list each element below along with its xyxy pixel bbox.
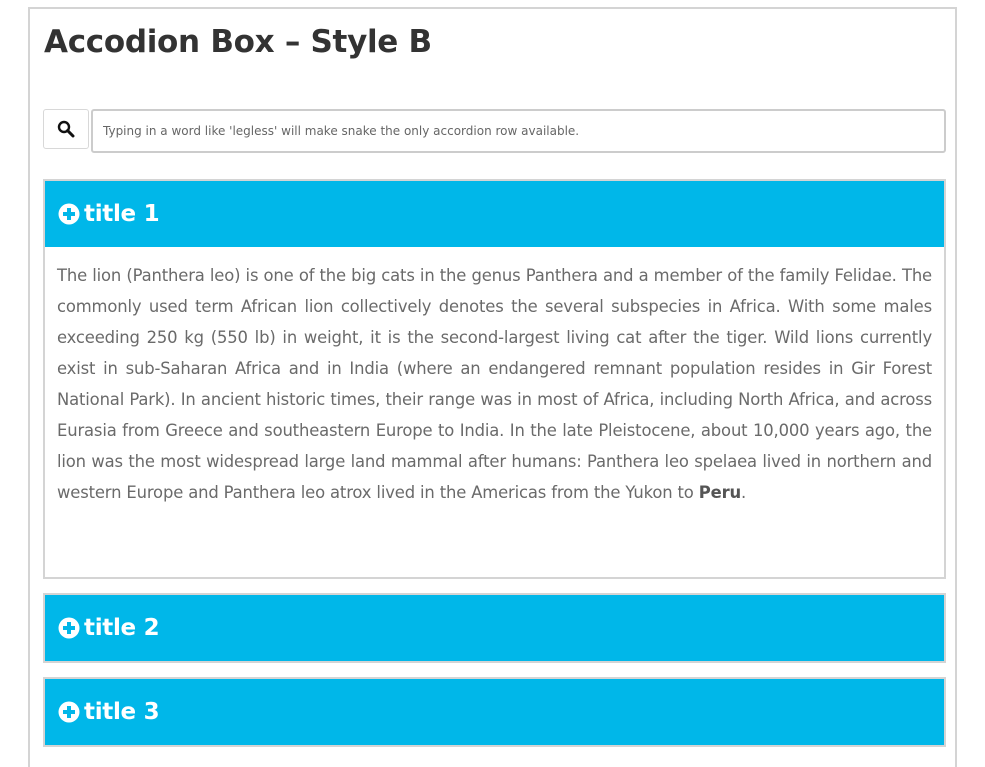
accordion-item: title 3 — [43, 677, 946, 747]
accordion-title: title 1 — [84, 201, 160, 227]
page-title: Accodion Box – Style B — [44, 24, 432, 60]
accordion-header-title-3[interactable]: title 3 — [45, 679, 944, 745]
search-button[interactable] — [43, 109, 89, 149]
accordion-body: The lion (Panthera leo) is one of the bi… — [45, 247, 944, 508]
plus-circle-icon — [58, 203, 80, 225]
accordion-body-text: The lion (Panthera leo) is one of the bi… — [57, 266, 932, 502]
plus-circle-icon — [58, 617, 80, 639]
accordion-header-title-1[interactable]: title 1 — [45, 181, 944, 247]
accordion-title: title 3 — [84, 699, 160, 725]
accordion-header-title-2[interactable]: title 2 — [45, 595, 944, 661]
accordion-item: title 2 — [43, 593, 946, 663]
accordion-title: title 2 — [84, 615, 160, 641]
search-icon — [57, 120, 75, 138]
plus-circle-icon — [58, 701, 80, 723]
page-container: Accodion Box – Style B title 1 The lion … — [28, 7, 957, 767]
search-input[interactable] — [91, 109, 946, 153]
accordion-item: title 1 The lion (Panthera leo) is one o… — [43, 179, 946, 579]
bold-link-text: Peru — [698, 483, 742, 502]
search-bar — [43, 109, 946, 153]
